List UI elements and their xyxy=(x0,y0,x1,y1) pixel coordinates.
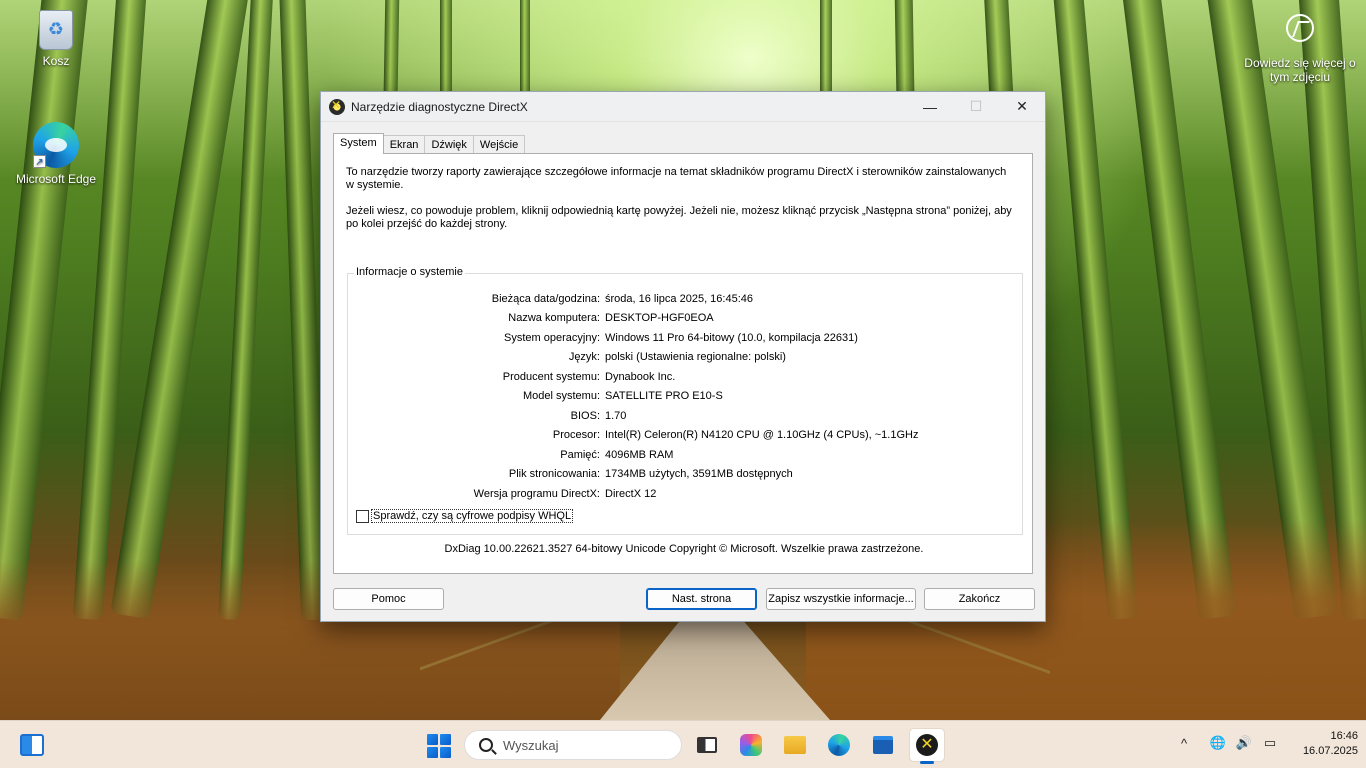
taskbar-edge[interactable] xyxy=(822,729,856,761)
whql-check[interactable]: Sprawdź, czy są cyfrowe podpisy WHQL xyxy=(356,509,574,523)
taskbar-copilot[interactable] xyxy=(734,729,768,761)
exit-button[interactable]: Zakończ xyxy=(924,588,1035,610)
start-button[interactable] xyxy=(427,734,451,758)
info-label: Nazwa komputera: xyxy=(508,312,600,324)
taskbar-file-explorer[interactable] xyxy=(778,729,812,761)
info-row: Język: polski (Ustawienia regionalne: po… xyxy=(348,351,1024,365)
learn-more-icon xyxy=(1286,14,1314,42)
info-value: polski (Ustawienia regionalne: polski) xyxy=(605,351,786,363)
tab-input[interactable]: Wejście xyxy=(472,135,526,154)
volume-icon[interactable]: 🔊 xyxy=(1236,735,1252,751)
maximize-button: ☐ xyxy=(969,98,983,114)
tab-system[interactable]: System xyxy=(333,133,384,154)
learn-about-picture[interactable]: Dowiedz się więcej o tym zdjęciu xyxy=(1240,14,1360,84)
taskbar-task-view[interactable] xyxy=(690,729,724,761)
taskbar-store[interactable] xyxy=(866,729,900,761)
tab-sound[interactable]: Dźwięk xyxy=(424,135,474,154)
task-view-icon xyxy=(697,737,717,753)
save-all-info-button[interactable]: Zapisz wszystkie informacje... xyxy=(766,588,916,610)
battery-icon[interactable]: ▭ xyxy=(1262,735,1278,751)
desktop-icon-label: Kosz xyxy=(42,54,70,68)
edge-icon xyxy=(828,734,850,756)
info-value: Dynabook Inc. xyxy=(605,371,676,383)
learn-more-label: Dowiedz się więcej o tym zdjęciu xyxy=(1244,56,1356,84)
desktop-icon-recycle-bin[interactable]: Kosz xyxy=(11,10,101,68)
whql-checkbox-label[interactable]: Sprawdź, czy są cyfrowe podpisy WHQL xyxy=(371,509,574,523)
help-button[interactable]: Pomoc xyxy=(333,588,444,610)
info-row: System operacyjny: Windows 11 Pro 64-bit… xyxy=(348,332,1024,346)
close-button[interactable]: ✕ xyxy=(999,92,1045,122)
info-value: środa, 16 lipca 2025, 16:45:46 xyxy=(605,293,754,305)
info-row: Nazwa komputera: DESKTOP-HGF0EOA xyxy=(348,312,1024,326)
window-title: Narzędzie diagnostyczne DirectX xyxy=(351,99,528,114)
whql-checkbox[interactable] xyxy=(356,509,369,523)
shortcut-arrow-icon: ↗ xyxy=(33,155,46,168)
copilot-icon xyxy=(740,734,762,756)
info-value: Windows 11 Pro 64-bitowy (10.0, kompilac… xyxy=(605,332,858,344)
tab-bar: System Ekran Dźwięk Wejście xyxy=(333,133,526,154)
intro-paragraph: Jeżeli wiesz, co powoduje problem, klikn… xyxy=(346,205,1012,230)
info-value: DirectX 12 xyxy=(605,488,657,500)
info-row: BIOS: 1.70 xyxy=(348,410,1024,424)
tab-display[interactable]: Ekran xyxy=(382,135,426,154)
system-tray: ^ 🌐 🔊 ▭ xyxy=(1176,735,1278,751)
system-info-group: Informacje o systemie Bieżąca data/godzi… xyxy=(347,266,1024,535)
clock-date: 16.07.2025 xyxy=(1302,745,1358,757)
info-row: Plik stronicowania: 1734MB użytych, 3591… xyxy=(348,468,1024,482)
dxdiag-window: Narzędzie diagnostyczne DirectX — ☐ ✕ Sy… xyxy=(320,91,1046,622)
info-value: 1.70 xyxy=(605,410,627,422)
directx-icon xyxy=(329,98,345,115)
taskbar-search[interactable]: Wyszukaj xyxy=(464,730,682,760)
info-row: Producent systemu: Dynabook Inc. xyxy=(348,371,1024,385)
info-label: Producent systemu: xyxy=(502,371,600,383)
desktop-icon-edge[interactable]: ↗ Microsoft Edge xyxy=(11,122,101,186)
info-value: DESKTOP-HGF0EOA xyxy=(605,312,714,324)
intro-text: To narzędzie tworzy raporty zawierające … xyxy=(346,166,1014,244)
group-title: Informacje o systemie xyxy=(354,266,465,278)
title-bar[interactable]: Narzędzie diagnostyczne DirectX — ☐ ✕ xyxy=(321,92,1045,122)
chevron-up-icon[interactable]: ^ xyxy=(1176,735,1192,751)
clock-time: 16:46 xyxy=(1330,730,1358,742)
copyright-text: DxDiag 10.00.22621.3527 64-bitowy Unicod… xyxy=(444,543,924,555)
directx-icon: ✕ xyxy=(916,734,938,756)
next-page-button[interactable]: Nast. strona xyxy=(646,588,757,610)
desktop-icon-label: Microsoft Edge xyxy=(15,172,97,186)
info-value: SATELLITE PRO E10-S xyxy=(605,390,723,402)
info-value: 1734MB użytych, 3591MB dostępnych xyxy=(605,468,793,480)
taskbar: Wyszukaj ✕ ^ 🌐 🔊 ▭ 16:46 16.07.2025 xyxy=(0,720,1366,768)
store-icon xyxy=(873,736,893,754)
info-label: BIOS: xyxy=(570,410,600,422)
recycle-bin-icon xyxy=(39,10,73,50)
info-label: Plik stronicowania: xyxy=(508,468,600,480)
info-label: Procesor: xyxy=(552,429,600,441)
folder-icon xyxy=(784,736,806,754)
info-label: System operacyjny: xyxy=(504,332,600,344)
widgets-icon[interactable] xyxy=(20,734,44,756)
info-row: Model systemu: SATELLITE PRO E10-S xyxy=(348,390,1024,404)
minimize-button[interactable]: — xyxy=(907,92,953,122)
info-value: 4096MB RAM xyxy=(605,449,674,461)
clock[interactable]: 16:46 16.07.2025 xyxy=(1280,729,1358,759)
search-icon xyxy=(479,738,493,752)
info-row: Bieżąca data/godzina: środa, 16 lipca 20… xyxy=(348,293,1024,307)
info-row: Wersja programu DirectX: DirectX 12 xyxy=(348,488,1024,502)
system-tab-panel: To narzędzie tworzy raporty zawierające … xyxy=(333,153,1033,574)
info-label: Wersja programu DirectX: xyxy=(473,488,600,500)
info-label: Język: xyxy=(568,351,600,363)
network-icon[interactable]: 🌐 xyxy=(1210,735,1226,751)
edge-icon: ↗ xyxy=(33,122,79,168)
info-label: Model systemu: xyxy=(522,390,600,402)
intro-paragraph: To narzędzie tworzy raporty zawierające … xyxy=(346,166,1007,191)
info-value: Intel(R) Celeron(R) N4120 CPU @ 1.10GHz … xyxy=(605,429,919,441)
info-label: Pamięć: xyxy=(560,449,600,461)
info-label: Bieżąca data/godzina: xyxy=(491,293,600,305)
search-placeholder: Wyszukaj xyxy=(503,737,559,753)
taskbar-dxdiag[interactable]: ✕ xyxy=(910,729,944,764)
info-row: Procesor: Intel(R) Celeron(R) N4120 CPU … xyxy=(348,429,1024,443)
info-row: Pamięć: 4096MB RAM xyxy=(348,449,1024,463)
